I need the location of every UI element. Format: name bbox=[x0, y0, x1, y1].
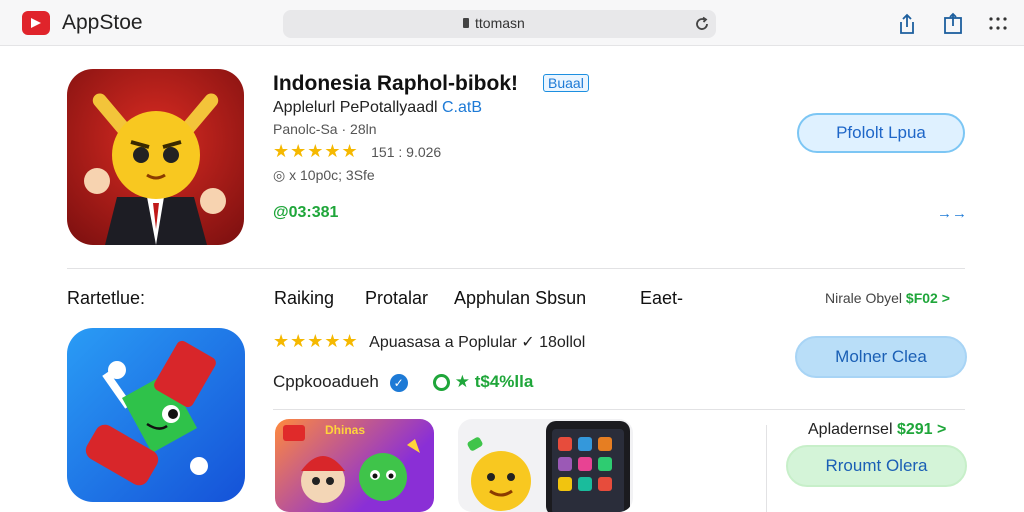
age-rating: ◎ x 10p0c; 3Sfe bbox=[273, 167, 375, 183]
offer-link[interactable]: Nirale Obyel $F02 > bbox=[825, 290, 950, 306]
open-button[interactable]: Molner Clea bbox=[795, 336, 967, 378]
featured-app-icon[interactable] bbox=[67, 69, 244, 245]
ranked-rating-row: ★★★★★ Apuasasa a Poplular ✓ 18ollol bbox=[273, 331, 585, 352]
get-button[interactable]: Pfololt Lpua bbox=[797, 113, 965, 153]
tab-apphulan[interactable]: Apphulan Sbsun bbox=[454, 288, 586, 309]
tab-eaet[interactable]: Eaet‑ bbox=[640, 288, 683, 309]
section-label: Rartetlue: bbox=[67, 288, 146, 308]
grid-dots-icon[interactable] bbox=[988, 16, 1008, 32]
reload-icon[interactable] bbox=[693, 15, 711, 33]
vertical-divider bbox=[766, 425, 767, 512]
promo-badge: Dhinas bbox=[325, 423, 366, 437]
more-arrow-icon[interactable]: →→ bbox=[937, 205, 967, 222]
download-count: @03:381 bbox=[273, 204, 339, 221]
install-button[interactable]: Rroumt Olera bbox=[786, 445, 967, 487]
star-rating: ★★★★★ bbox=[273, 141, 359, 161]
address-text: ttomasn bbox=[475, 15, 525, 31]
subtitle-link[interactable]: C.atB bbox=[442, 99, 482, 116]
rating-row: ★★★★★ 151 : 9.026 bbox=[273, 141, 441, 162]
developer-meta: Panolc‑Sa · 28ln bbox=[273, 121, 377, 137]
developer-name: Cppkooadueh bbox=[273, 372, 379, 391]
address-bar[interactable]: ttomasn bbox=[283, 10, 716, 38]
popular-line: Apuasasa a Poplular ✓ 18ollol bbox=[369, 334, 586, 351]
subtitle-text: Applelurl PePotallyaadl bbox=[273, 99, 438, 116]
top-bar: AppStoe ttomasn bbox=[0, 0, 1024, 46]
offer-label: Nirale Obyel bbox=[825, 290, 903, 306]
rating-value: 151 : 9.026 bbox=[371, 144, 442, 160]
phone-preview-icon bbox=[467, 421, 630, 512]
app-subtitle: Applelurl PePotallyaadl C.atB bbox=[273, 99, 482, 117]
category-badge[interactable]: Buaal bbox=[543, 74, 589, 92]
ranked-count-text: ★ t$4%lla bbox=[454, 372, 534, 391]
offer-price: $F02 > bbox=[905, 290, 950, 306]
verified-icon: ✓ bbox=[389, 373, 408, 392]
ranked-star-rating: ★★★★★ bbox=[273, 331, 359, 351]
app-title-featured[interactable]: Indonesia Raphol‑bibok! bbox=[273, 72, 518, 96]
applied-label: Apladernsel bbox=[808, 421, 893, 438]
ranked-developer: Cppkooadueh ✓ bbox=[273, 372, 408, 392]
app-logo-icon[interactable] bbox=[22, 11, 50, 35]
applied-price: $291 > bbox=[896, 421, 947, 438]
circle-icon bbox=[433, 374, 450, 392]
tab-protalar[interactable]: Protalar bbox=[365, 288, 428, 309]
ranked-count: ★ t$4%lla bbox=[433, 372, 533, 392]
share-icon[interactable] bbox=[896, 12, 918, 36]
ranked-app-icon[interactable] bbox=[67, 328, 245, 502]
screenshot-preview-1[interactable]: Dhinas bbox=[275, 419, 434, 512]
mascot-icon bbox=[84, 93, 226, 245]
section-divider bbox=[67, 268, 965, 269]
share-box-icon[interactable] bbox=[942, 12, 964, 36]
screenshot-preview-2[interactable] bbox=[458, 419, 633, 512]
inner-divider bbox=[273, 409, 965, 410]
tab-raiking[interactable]: Raiking bbox=[274, 288, 334, 309]
applied-link[interactable]: Apladernsel $291 > bbox=[808, 421, 946, 439]
lock-icon bbox=[463, 18, 469, 28]
app-title: AppStoe bbox=[62, 11, 143, 34]
hammer-mascot-icon bbox=[85, 340, 216, 486]
